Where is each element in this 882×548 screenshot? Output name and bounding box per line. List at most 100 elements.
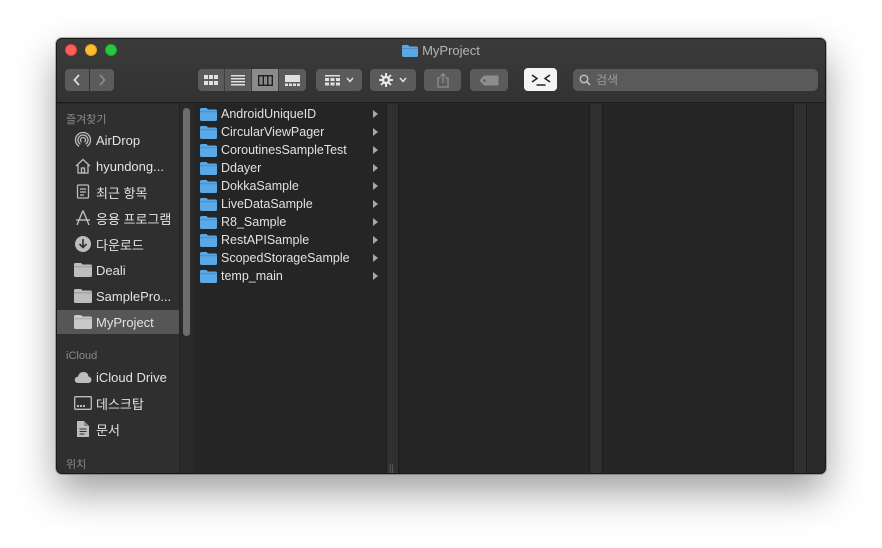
icon-view-button[interactable] — [198, 69, 225, 91]
list-item[interactable]: ScopedStorageSample — [194, 249, 386, 267]
sidebar-item-documents[interactable]: 문서 — [57, 417, 179, 441]
chevron-right-icon — [373, 164, 378, 172]
sidebar-item-myproject[interactable]: MyProject — [57, 310, 179, 334]
list-item[interactable]: AndroidUniqueID — [194, 105, 386, 123]
folder-name: CoroutinesSampleTest — [221, 143, 347, 157]
chevron-down-icon — [399, 77, 407, 83]
cloud-icon — [74, 368, 92, 386]
gear-icon — [379, 73, 393, 87]
chevron-down-icon — [345, 77, 354, 83]
sidebar-item-airdrop[interactable]: AirDrop — [57, 128, 179, 152]
folder-name: CircularViewPager — [221, 125, 325, 139]
list-view-button[interactable] — [225, 69, 252, 91]
column-3-resize-handle[interactable] — [793, 104, 807, 473]
terminal-icon — [531, 74, 550, 86]
folder-name: temp_main — [221, 269, 283, 283]
list-item[interactable]: DokkaSample — [194, 177, 386, 195]
folder-icon — [200, 107, 217, 121]
search-field[interactable] — [573, 69, 818, 91]
open-terminal-button[interactable] — [524, 68, 557, 91]
folder-icon — [74, 313, 92, 331]
folder-name: LiveDataSample — [221, 197, 313, 211]
folder-name: Ddayer — [221, 161, 262, 175]
sidebar-item-label: SamplePro... — [96, 288, 172, 304]
column-view-button[interactable] — [252, 69, 279, 91]
sidebar-item-label: MyProject — [96, 314, 154, 330]
folder-icon — [200, 251, 217, 265]
document-icon — [74, 420, 92, 438]
folder-icon — [200, 161, 217, 175]
chevron-right-icon — [99, 74, 106, 86]
sidebar-item-label: 문서 — [96, 422, 120, 438]
chevron-right-icon — [373, 110, 378, 118]
group-by-button[interactable] — [316, 69, 362, 91]
sidebar-item-icloud-drive[interactable]: iCloud Drive — [57, 365, 179, 389]
list-item[interactable]: LiveDataSample — [194, 195, 386, 213]
sidebar-item-deali[interactable]: Deali — [57, 258, 179, 282]
sidebar-item-label: Deali — [96, 262, 126, 278]
sidebar-scrollbar-thumb[interactable] — [183, 108, 190, 336]
chevron-right-icon — [373, 236, 378, 244]
finder-window: MyProject 검색 즐겨찾기 AirDrop hyundong... 최근… — [56, 38, 826, 474]
folder-icon — [200, 179, 217, 193]
group-grid-icon — [324, 74, 340, 85]
grid-icon — [204, 74, 218, 85]
chevron-right-icon — [373, 128, 378, 136]
list-item[interactable]: temp_main — [194, 267, 386, 285]
sidebar-item-applications[interactable]: 응용 프로그램 — [57, 206, 179, 230]
sidebar-item-home[interactable]: hyundong... — [57, 154, 179, 178]
list-item[interactable]: R8_Sample — [194, 213, 386, 231]
folder-icon — [200, 143, 217, 157]
forward-button[interactable] — [90, 69, 114, 91]
folder-icon — [74, 287, 92, 305]
airdrop-icon — [74, 131, 92, 149]
back-button[interactable] — [65, 69, 89, 91]
folder-icon — [200, 125, 217, 139]
column-2 — [399, 104, 589, 473]
applications-icon — [74, 209, 92, 227]
sidebar-item-label: hyundong... — [96, 158, 164, 174]
chevron-right-icon — [373, 200, 378, 208]
gallery-icon — [285, 74, 300, 86]
sidebar-item-sampleprojects[interactable]: SamplePro... — [57, 284, 179, 308]
sidebar-item-label: 최근 항목 — [96, 185, 148, 201]
sidebar: 즐겨찾기 AirDrop hyundong... 최근 항목 응용 프로그램 다… — [57, 104, 179, 473]
gallery-view-button[interactable] — [279, 69, 306, 91]
favorites-heading: 즐겨찾기 — [66, 114, 107, 126]
chevron-right-icon — [373, 272, 378, 280]
window-title-text: MyProject — [422, 43, 480, 58]
tags-button[interactable] — [470, 69, 508, 91]
column-resize-grip[interactable]: || — [389, 463, 394, 473]
share-button[interactable] — [424, 69, 461, 91]
view-mode-control — [198, 69, 306, 91]
sidebar-item-downloads[interactable]: 다운로드 — [57, 232, 179, 256]
sidebar-item-recents[interactable]: 최근 항목 — [57, 180, 179, 204]
sidebar-item-label: 다운로드 — [96, 237, 144, 253]
desktop-icon — [74, 394, 92, 412]
action-menu-button[interactable] — [370, 69, 416, 91]
column-1: AndroidUniqueID CircularViewPager Corout… — [194, 104, 386, 473]
search-icon — [579, 74, 591, 86]
icloud-heading: iCloud — [66, 350, 98, 362]
list-item[interactable]: RestAPISample — [194, 231, 386, 249]
title-bar: MyProject — [57, 39, 825, 103]
sidebar-item-desktop[interactable]: 데스크탑 — [57, 391, 179, 415]
chevron-left-icon — [73, 74, 80, 86]
window-title: MyProject — [57, 42, 825, 60]
folder-name: AndroidUniqueID — [221, 107, 317, 121]
home-icon — [74, 157, 92, 175]
folder-icon — [74, 261, 92, 279]
column-1-resize-handle[interactable] — [386, 104, 399, 473]
column-3 — [603, 104, 793, 473]
list-item[interactable]: CircularViewPager — [194, 123, 386, 141]
search-input[interactable] — [596, 73, 806, 87]
folder-name: DokkaSample — [221, 179, 299, 193]
list-item[interactable]: CoroutinesSampleTest — [194, 141, 386, 159]
folder-icon — [200, 197, 217, 211]
list-item[interactable]: Ddayer — [194, 159, 386, 177]
sidebar-item-label: iCloud Drive — [96, 369, 167, 385]
folder-icon — [200, 269, 217, 283]
column-2-resize-handle[interactable] — [589, 104, 603, 473]
sidebar-scrollbar[interactable] — [179, 104, 193, 473]
folder-icon — [200, 233, 217, 247]
